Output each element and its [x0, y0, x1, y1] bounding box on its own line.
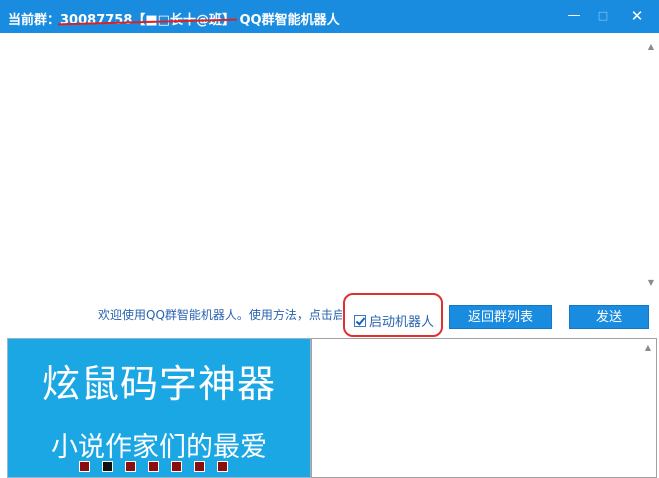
scroll-up-icon[interactable]: ▲ [644, 40, 658, 54]
input-scrollbar[interactable]: ▲ [641, 339, 655, 477]
welcome-text: 欢迎使用QQ群智能机器人。使用方法，点击启 [98, 308, 342, 322]
banner-indicator-dot[interactable] [148, 461, 159, 472]
start-robot-label: 启动机器人 [369, 315, 435, 330]
title-suffix: QQ群智能机器人 [239, 13, 340, 28]
minimize-button[interactable]: — [563, 6, 585, 26]
title-bar: 当前群：30087758【■□长十@班】 QQ群智能机器人 — □ ✕ [0, 0, 659, 33]
window-title: 当前群：30087758【■□长十@班】 QQ群智能机器人 [8, 9, 340, 28]
banner-indicator-dot[interactable] [217, 461, 228, 472]
scroll-down-icon[interactable]: ▼ [644, 276, 658, 290]
send-button[interactable]: 发送 [569, 305, 649, 329]
back-to-group-list-button[interactable]: 返回群列表 [449, 305, 552, 329]
start-robot-checkbox[interactable]: 启动机器人 [354, 311, 434, 330]
ad-banner[interactable]: 炫鼠码字神器 小说作家们的最爱 [7, 338, 311, 478]
banner-subtitle: 小说作家们的最爱 [51, 432, 267, 463]
banner-indicator-dot[interactable] [79, 461, 90, 472]
checkbox-checked-icon[interactable] [354, 314, 366, 327]
banner-title: 炫鼠码字神器 [41, 362, 276, 406]
maximize-button[interactable]: □ [592, 6, 614, 26]
banner-indicator-dot[interactable] [171, 461, 182, 472]
banner-indicator-dot[interactable] [194, 461, 205, 472]
chat-scrollbar[interactable]: ▲ ▼ [644, 33, 658, 291]
banner-indicators [79, 461, 228, 472]
banner-indicator-dot[interactable] [125, 461, 136, 472]
redacted-group-name: 30087758【■□长十@班】 [60, 13, 235, 28]
title-prefix: 当前群： [8, 13, 61, 28]
chat-message-area[interactable]: ▲ ▼ [0, 33, 659, 291]
banner-indicator-dot[interactable] [102, 461, 113, 472]
input-scroll-up-icon[interactable]: ▲ [641, 341, 655, 355]
message-input[interactable]: ▲ [311, 338, 657, 478]
close-button[interactable]: ✕ [626, 6, 648, 26]
